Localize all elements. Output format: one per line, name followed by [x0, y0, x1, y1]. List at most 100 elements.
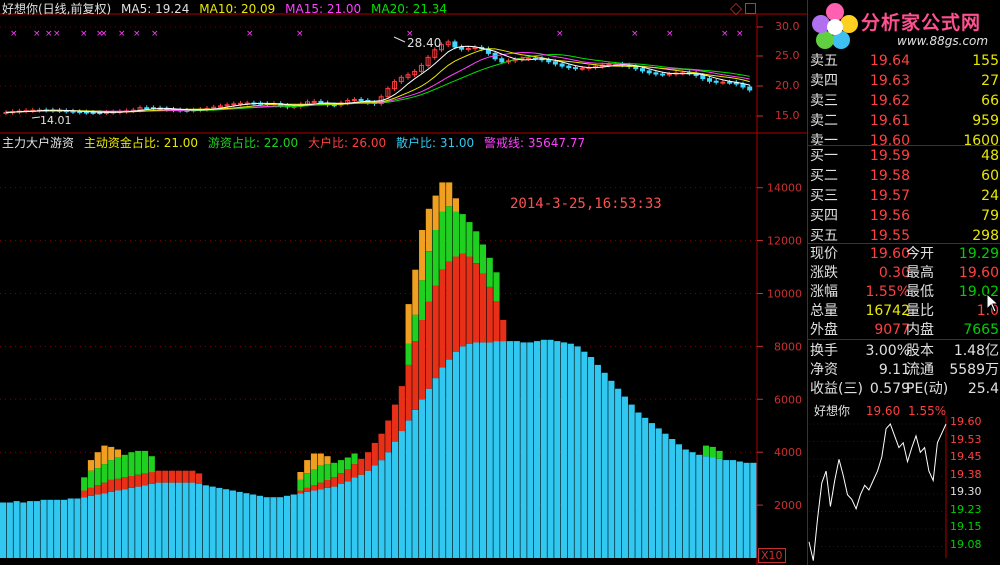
orange-bar	[310, 453, 318, 470]
liutong-key: 流通	[906, 362, 934, 378]
buy-row-2[interactable]: 买二 19.58 60	[808, 166, 1000, 186]
zhangdie-key: 涨跌	[810, 265, 838, 281]
level-price: 19.56	[869, 208, 910, 224]
blue-bar	[635, 412, 642, 558]
sell-row-2[interactable]: 卖四 19.63 27	[808, 71, 1000, 91]
red-bar	[358, 458, 365, 475]
quote-row-jingzi: 净资 9.11 流通 5589万	[808, 360, 1000, 380]
level-label: 买二	[810, 168, 838, 184]
red-bar	[452, 256, 460, 352]
blue-bar	[216, 487, 223, 558]
low-price-label: 14.01	[40, 114, 72, 127]
blue-bar	[256, 495, 263, 558]
zuidi-key: 最低	[906, 284, 934, 300]
buy-row-3[interactable]: 买三 19.57 24	[808, 186, 1000, 206]
flower-logo-icon	[812, 3, 858, 49]
zuigao-key: 最高	[906, 265, 934, 281]
red-bar	[459, 253, 466, 347]
level-volume: 66	[981, 93, 999, 109]
event-marker-icon: ×	[631, 29, 639, 39]
green-bar	[425, 251, 432, 302]
blue-bar	[114, 490, 122, 558]
orange-bar	[439, 182, 446, 212]
red-bar	[337, 473, 345, 484]
orange-bar	[317, 453, 324, 466]
jingjie-label: 警戒线: 35647.77	[484, 136, 586, 150]
blue-bar	[229, 490, 236, 558]
level-volume: 959	[972, 113, 999, 129]
blue-bar	[655, 428, 662, 558]
blue-bar	[74, 498, 81, 558]
red-bar	[141, 473, 149, 486]
candle-body	[646, 70, 652, 74]
indicator-header: 主力大户游资 主动资金占比: 21.00 游资占比: 22.00 大户比: 26…	[2, 136, 591, 150]
mouse-cursor-icon	[986, 293, 1000, 313]
sell-row-1[interactable]: 卖五 19.64 155	[808, 51, 1000, 71]
red-bar	[439, 269, 446, 368]
red-bar	[182, 470, 189, 483]
orange-bar	[108, 446, 115, 461]
candle-body	[559, 63, 565, 67]
red-bar	[351, 464, 358, 478]
red-bar	[81, 490, 88, 498]
event-marker-icon: ×	[118, 29, 126, 39]
red-bar	[493, 301, 500, 342]
sell-row-4[interactable]: 卖二 19.61 959	[808, 111, 1000, 131]
orange-bar	[405, 304, 412, 344]
mini-chart-tick: 19.23	[950, 502, 982, 516]
level-volume: 27	[981, 73, 999, 89]
window-maximize-icon[interactable]	[745, 3, 756, 14]
jinkai-value: 19.29	[958, 246, 999, 262]
red-bar	[128, 476, 135, 488]
candle-body	[579, 67, 585, 70]
orange-bar	[425, 208, 432, 252]
red-bar	[94, 485, 101, 495]
ma5-label: MA5: 19.24	[121, 2, 190, 16]
sell-row-3[interactable]: 卖三 19.62 66	[808, 91, 1000, 111]
orange-bar	[101, 445, 108, 465]
blue-bar	[263, 497, 270, 558]
blue-bar	[337, 483, 345, 558]
orange-bar	[446, 182, 453, 207]
green-bar	[459, 214, 466, 254]
green-bar	[493, 272, 500, 302]
timestamp-label: 2014-3-25,16:53:33	[510, 196, 662, 212]
ma20-label: MA20: 21.34	[371, 2, 448, 16]
green-bar	[304, 473, 311, 488]
quote-panel: 分析家公式网 www.88gs.com 卖五 19.64 155 卖四 19.63 27 卖…	[807, 0, 1000, 565]
red-bar	[324, 480, 331, 488]
zongliang-value: 16742	[865, 303, 910, 319]
blue-bar	[662, 433, 669, 558]
event-marker-icon: ×	[736, 29, 744, 39]
level-price: 19.63	[869, 73, 910, 89]
red-bar	[114, 478, 122, 491]
green-bar	[94, 468, 101, 486]
candle-body	[77, 111, 83, 114]
red-bar	[196, 473, 203, 484]
volume-tick-label: 12000	[767, 235, 802, 248]
green-bar	[702, 445, 710, 457]
blue-bar	[669, 439, 676, 558]
candle-body	[552, 61, 558, 65]
level-label: 买一	[810, 148, 838, 164]
blue-bar	[675, 444, 683, 558]
blue-bar	[94, 494, 101, 558]
red-bar	[385, 420, 392, 453]
blue-bar	[236, 491, 243, 558]
zuigao-value: 19.60	[958, 265, 999, 281]
buy-row-1[interactable]: 买一 19.59 48	[808, 146, 1000, 166]
buy-row-4[interactable]: 买四 19.56 79	[808, 206, 1000, 226]
huanshou-key: 换手	[810, 343, 838, 359]
mini-chart-tick: 19.45	[950, 450, 982, 463]
blue-bar	[81, 497, 88, 558]
green-bar	[412, 314, 419, 342]
xianjia-key: 现价	[810, 246, 838, 262]
orange-bar	[114, 449, 122, 458]
green-bar	[310, 469, 318, 486]
blue-bar	[385, 452, 392, 558]
mini-chart-tick: 19.08	[950, 537, 982, 551]
green-bar	[331, 462, 338, 478]
blue-bar	[297, 493, 304, 558]
level-label: 卖四	[810, 73, 838, 89]
blue-bar	[702, 456, 710, 558]
